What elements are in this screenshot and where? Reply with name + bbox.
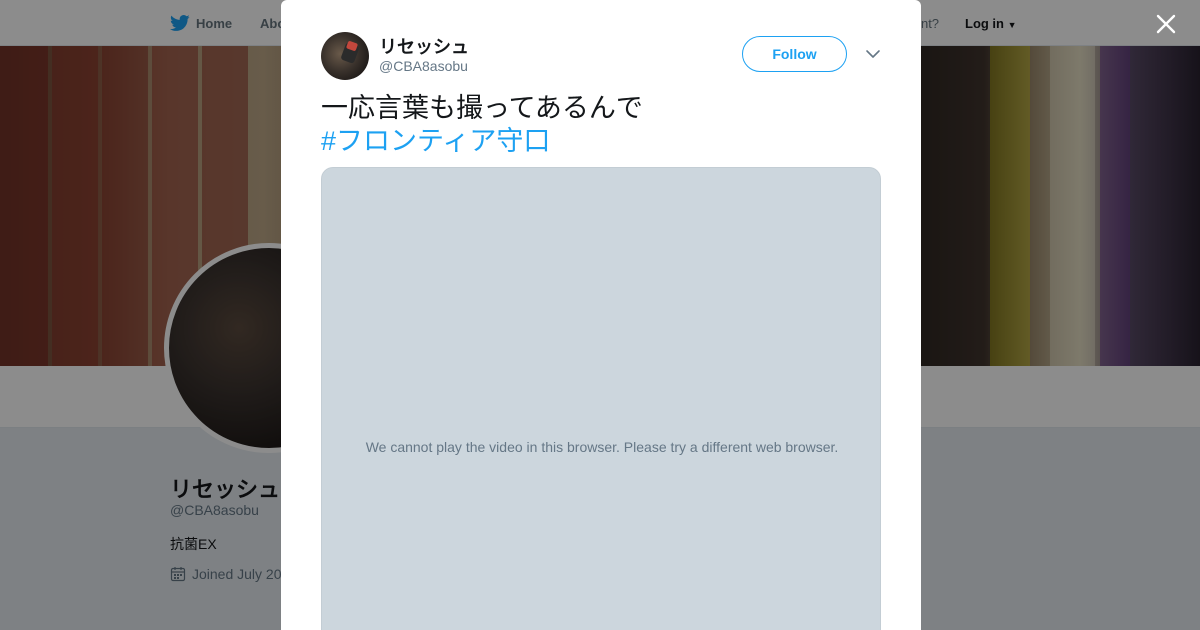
tweet-author-name[interactable]: リセッシュ — [379, 33, 469, 59]
close-icon — [1156, 14, 1176, 34]
tweet-text: 一応言葉も撮ってあるんで #フロンティア守口 — [321, 92, 881, 158]
video-player[interactable]: We cannot play the video in this browser… — [321, 167, 881, 630]
tweet-body: 一応言葉も撮ってあるんで — [321, 93, 643, 123]
close-button[interactable] — [1152, 10, 1180, 38]
video-unsupported-message: We cannot play the video in this browser… — [365, 439, 839, 455]
hashtag-link[interactable]: #フロンティア守口 — [321, 125, 881, 158]
tweet-options-button[interactable] — [863, 44, 883, 64]
follow-button[interactable]: Follow — [742, 36, 847, 72]
tweet-modal: リセッシュ @CBA8asobu Follow 一応言葉も撮ってあるんで #フロ… — [281, 0, 921, 630]
tweet-author-handle[interactable]: @CBA8asobu — [379, 58, 468, 74]
tweet-author-avatar[interactable] — [321, 32, 369, 80]
chevron-down-icon — [866, 50, 880, 58]
